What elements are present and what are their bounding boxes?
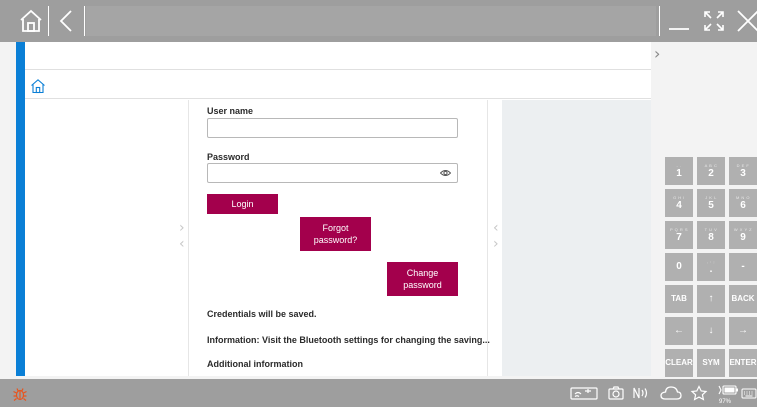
bluetooth-info: Information: Visit the Bluetooth setting… [207, 335, 490, 345]
password-label: Password [207, 152, 250, 162]
battery-percent: 97% [719, 399, 732, 405]
minimize-button[interactable] [664, 6, 694, 36]
key-up-arrow[interactable]: ↑ [697, 285, 725, 313]
key-label: 3 [740, 167, 746, 179]
key-label: 2 [708, 167, 714, 179]
expand-panel-chevron-icon[interactable]: › [654, 44, 660, 63]
chevron-left-icon[interactable]: ‹ [493, 220, 499, 236]
username-label: User name [207, 106, 254, 116]
star-icon[interactable] [690, 385, 708, 401]
breadcrumb [25, 71, 651, 99]
key-label: ENTER [729, 358, 757, 367]
titlebar-drag-area[interactable] [86, 6, 656, 36]
key-sym[interactable]: SYM [697, 349, 725, 377]
key-enter[interactable]: ENTER [729, 349, 757, 377]
key-label: 4 [676, 199, 682, 211]
key-label: 8 [708, 231, 714, 243]
right-pane [502, 100, 651, 376]
minimize-icon [669, 28, 689, 30]
chevron-right-icon[interactable]: › [493, 236, 499, 252]
key-1[interactable]: - .1 [665, 157, 693, 185]
credentials-note: Credentials will be saved. [207, 309, 317, 319]
key-label: . [709, 263, 713, 275]
key-label: SYM [702, 358, 720, 367]
keyboard-icon[interactable] [741, 385, 757, 401]
key-label: 7 [676, 231, 682, 243]
key-right-arrow[interactable]: → [729, 317, 757, 345]
maximize-icon [704, 11, 724, 31]
username-input[interactable] [207, 118, 458, 138]
forgot-password-button[interactable]: Forgot password? [300, 217, 371, 251]
key-back[interactable]: BACK [729, 285, 757, 313]
key-3[interactable]: D E F3 [729, 157, 757, 185]
key-label: BACK [731, 294, 755, 303]
key-left-arrow[interactable]: ← [665, 317, 693, 345]
back-button[interactable] [52, 6, 82, 36]
login-button[interactable]: Login [207, 194, 278, 214]
chevron-left-icon [59, 10, 72, 32]
home-outline-icon[interactable] [30, 78, 46, 94]
maximize-button[interactable] [699, 6, 729, 36]
additional-information[interactable]: Additional information [207, 359, 303, 369]
cloud-icon[interactable] [660, 385, 682, 401]
key-label: CLEAR [665, 358, 693, 367]
forgot-password-label-line1: Forgot [322, 223, 349, 233]
key-label: 9 [740, 231, 746, 243]
key-label: 6 [740, 199, 746, 211]
key-clear[interactable]: CLEAR [665, 349, 693, 377]
left-pane [25, 100, 188, 376]
key-label: - [741, 261, 745, 272]
key-dot[interactable]: , : ;. [697, 253, 725, 281]
forgot-password-label-line2: password? [313, 235, 358, 245]
nfc-icon[interactable] [631, 385, 651, 401]
eye-icon[interactable] [440, 169, 451, 177]
cast-icon[interactable] [569, 385, 599, 401]
login-button-label: Login [231, 199, 254, 209]
titlebar-divider [84, 6, 85, 36]
titlebar-divider [659, 6, 660, 36]
close-button[interactable] [733, 6, 757, 36]
key-label: ↓ [708, 325, 714, 336]
battery-icon [718, 385, 738, 395]
key-7[interactable]: P Q R S7 [665, 221, 693, 249]
key-label: 5 [708, 199, 714, 211]
key-6[interactable]: M N O6 [729, 189, 757, 217]
key-5[interactable]: J K L5 [697, 189, 725, 217]
chevron-right-icon[interactable]: › [179, 220, 185, 236]
close-icon [737, 10, 757, 32]
key-down-arrow[interactable]: ↓ [697, 317, 725, 345]
header-row [25, 42, 651, 70]
accent-stripe [16, 42, 25, 376]
titlebar-divider [48, 6, 49, 36]
change-password-label-line2: password [403, 280, 442, 290]
key-label: → [738, 325, 748, 336]
key-label: 1 [676, 167, 682, 179]
change-password-button[interactable]: Change password [387, 262, 458, 296]
bug-icon[interactable] [12, 386, 28, 402]
key-tab[interactable]: TAB [665, 285, 693, 313]
numeric-keypad: - .1 A B C2 D E F3 G H I4 J K L5 M N O6 … [665, 157, 757, 379]
key-minus[interactable]: - [729, 253, 757, 281]
key-2[interactable]: A B C2 [697, 157, 725, 185]
chevron-left-icon[interactable]: ‹ [179, 236, 185, 252]
key-label: TAB [671, 294, 687, 303]
camera-icon[interactable] [607, 385, 625, 401]
key-8[interactable]: T U V8 [697, 221, 725, 249]
home-icon [20, 9, 42, 32]
key-4[interactable]: G H I4 [665, 189, 693, 217]
password-input[interactable] [207, 163, 458, 183]
key-9[interactable]: W X Y Z9 [729, 221, 757, 249]
key-0[interactable]: 0 [665, 253, 693, 281]
key-label: 0 [676, 261, 682, 272]
key-label: ← [674, 325, 684, 336]
change-password-label-line1: Change [406, 268, 439, 278]
key-label: ↑ [708, 293, 714, 304]
home-button[interactable] [16, 6, 46, 36]
